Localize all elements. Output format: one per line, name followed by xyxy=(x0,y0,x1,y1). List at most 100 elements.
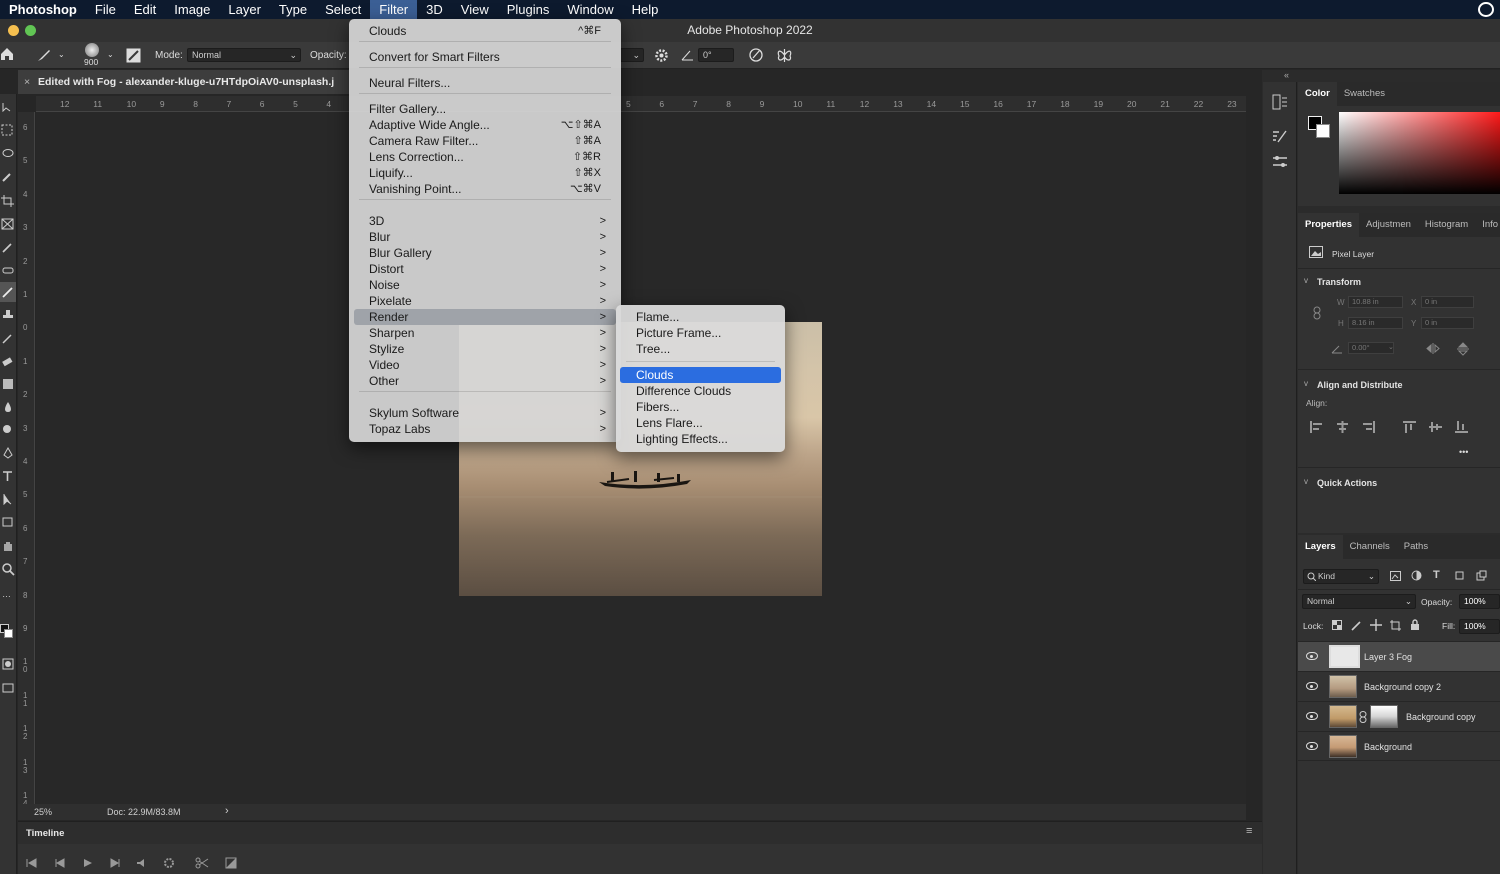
align-horizontal-centers-icon[interactable] xyxy=(1336,421,1349,433)
blend-mode-select[interactable]: Normal ⌄ xyxy=(1302,594,1416,609)
tab-swatches[interactable]: Swatches xyxy=(1337,82,1392,106)
align-bottom-edges-icon[interactable] xyxy=(1455,421,1468,433)
layer-row-layer-3-fog[interactable]: Layer 3 Fog xyxy=(1298,641,1500,671)
layer-row-background-copy[interactable]: Background copy xyxy=(1298,701,1500,731)
menu-type[interactable]: Type xyxy=(270,0,316,19)
filter-menu-item-pixelate[interactable]: Pixelate > xyxy=(369,293,606,309)
eraser-tool-icon[interactable] xyxy=(1,355,15,367)
split-scissors-icon[interactable] xyxy=(195,857,209,869)
filter-menu-item-skylum-software[interactable]: Skylum Software > xyxy=(369,405,606,421)
timeline-menu-icon[interactable]: ≡ xyxy=(1246,825,1252,837)
lasso-tool-icon[interactable] xyxy=(1,148,15,160)
brush-tool-icon[interactable] xyxy=(36,47,52,63)
crop-tool-icon[interactable] xyxy=(1,195,15,207)
flip-vertical-icon[interactable] xyxy=(1457,342,1469,356)
background-color-chip[interactable] xyxy=(1316,124,1330,138)
menu-app-photoshop[interactable]: Photoshop xyxy=(0,0,86,19)
render-submenu-item-picture-frame[interactable]: Picture Frame... xyxy=(636,325,779,341)
lock-transparent-pixels-icon[interactable] xyxy=(1332,620,1342,630)
align-top-edges-icon[interactable] xyxy=(1403,421,1416,433)
zoom-level[interactable]: 25% xyxy=(34,807,52,817)
play-icon[interactable] xyxy=(82,858,93,868)
filter-menu-item-adaptive-wide-angle[interactable]: Adaptive Wide Angle... ⌥⇧⌘A xyxy=(369,117,601,133)
brush-dropdown-chevron-icon[interactable]: ⌄ xyxy=(58,50,65,59)
link-dimensions-icon[interactable] xyxy=(1312,306,1322,320)
menu-file[interactable]: File xyxy=(86,0,125,19)
filter-menu-item-liquify[interactable]: Liquify... ⇧⌘X xyxy=(369,165,601,181)
tab-paths[interactable]: Paths xyxy=(1397,535,1435,559)
render-submenu-item-tree[interactable]: Tree... xyxy=(636,341,779,357)
filter-menu-item-noise[interactable]: Noise > xyxy=(369,277,606,293)
settings-gear-icon[interactable] xyxy=(654,48,669,63)
menu-3d[interactable]: 3D xyxy=(417,0,452,19)
width-field[interactable]: 10.88 in xyxy=(1348,296,1403,308)
menu-help[interactable]: Help xyxy=(623,0,668,19)
filter-menu-item-clouds[interactable]: Clouds ^⌘F xyxy=(369,23,601,39)
menu-edit[interactable]: Edit xyxy=(125,0,165,19)
tab-adjustments[interactable]: Adjustmen xyxy=(1359,213,1418,237)
type-tool-icon[interactable] xyxy=(1,470,15,482)
document-tab[interactable]: × Edited with Fog - alexander-kluge-u7HT… xyxy=(18,70,350,94)
flip-horizontal-icon[interactable] xyxy=(1426,343,1440,354)
collapse-dock-icon[interactable]: « xyxy=(1284,70,1289,80)
tab-histogram[interactable]: Histogram xyxy=(1418,213,1475,237)
move-tool-icon[interactable] xyxy=(1,102,15,112)
menu-filter[interactable]: Filter xyxy=(370,0,418,19)
tab-properties[interactable]: Properties xyxy=(1298,213,1359,237)
render-submenu-item-flame[interactable]: Flame... xyxy=(636,309,779,325)
filter-adjustment-icon[interactable] xyxy=(1411,570,1422,581)
visibility-eye-icon[interactable] xyxy=(1306,712,1318,720)
filter-smart-object-icon[interactable] xyxy=(1476,570,1487,581)
blur-tool-icon[interactable] xyxy=(1,401,15,413)
filter-menu-item-lens-correction[interactable]: Lens Correction... ⇧⌘R xyxy=(369,149,601,165)
filter-menu-item-filter-gallery[interactable]: Filter Gallery... xyxy=(369,101,601,117)
menu-view[interactable]: View xyxy=(452,0,498,19)
filter-menu-item-camera-raw-filter[interactable]: Camera Raw Filter... ⇧⌘A xyxy=(369,133,601,149)
angle-chevron-icon[interactable]: ⌄ xyxy=(1388,343,1394,351)
shape-tool-icon[interactable] xyxy=(1,516,15,528)
menu-layer[interactable]: Layer xyxy=(219,0,270,19)
home-icon[interactable] xyxy=(0,47,14,61)
angle-input[interactable]: 0° xyxy=(698,48,734,62)
filter-menu-item-distort[interactable]: Distort > xyxy=(369,261,606,277)
visibility-eye-icon[interactable] xyxy=(1306,682,1318,690)
gradient-tool-icon[interactable] xyxy=(1,378,15,390)
first-frame-icon[interactable] xyxy=(26,858,37,868)
menu-plugins[interactable]: Plugins xyxy=(498,0,559,19)
quick-mask-icon[interactable] xyxy=(1,658,15,670)
filter-menu-item-sharpen[interactable]: Sharpen > xyxy=(369,325,606,341)
dodge-tool-icon[interactable] xyxy=(1,424,15,436)
visibility-eye-icon[interactable] xyxy=(1306,652,1318,660)
background-color-swatch[interactable] xyxy=(4,629,13,638)
adjust-panel-icon[interactable] xyxy=(1272,154,1288,170)
menu-image[interactable]: Image xyxy=(165,0,219,19)
frame-tool-icon[interactable] xyxy=(1,218,15,230)
healing-tool-icon[interactable] xyxy=(1,264,15,276)
hand-tool-icon[interactable] xyxy=(1,539,15,553)
render-submenu-item-lighting-effects[interactable]: Lighting Effects... xyxy=(636,431,779,447)
brush-tool-active[interactable] xyxy=(0,282,16,302)
stamp-tool-icon[interactable] xyxy=(1,309,15,321)
tab-layers[interactable]: Layers xyxy=(1298,535,1343,559)
filter-menu-item-neural-filters[interactable]: Neural Filters... xyxy=(369,75,601,91)
align-vertical-centers-icon[interactable] xyxy=(1429,421,1442,433)
filter-menu-item-blur-gallery[interactable]: Blur Gallery > xyxy=(369,245,606,261)
history-panel-icon[interactable] xyxy=(1272,94,1288,110)
align-right-edges-icon[interactable] xyxy=(1362,421,1375,433)
filter-menu-item-3d[interactable]: 3D > xyxy=(369,213,606,229)
next-frame-icon[interactable] xyxy=(110,858,121,868)
lock-image-pixels-icon[interactable] xyxy=(1351,620,1362,631)
render-submenu-item-lens-flare[interactable]: Lens Flare... xyxy=(636,415,779,431)
render-submenu-item-fibers[interactable]: Fibers... xyxy=(636,399,779,415)
align-chevron-icon[interactable]: v xyxy=(1304,379,1308,388)
layer-row-background-copy-2[interactable]: Background copy 2 xyxy=(1298,671,1500,701)
previous-frame-icon[interactable] xyxy=(54,858,65,868)
layer-fill-field[interactable]: 100% xyxy=(1459,619,1500,634)
status-menu-arrow-icon[interactable]: › xyxy=(225,805,229,817)
brush-settings-panel-icon[interactable] xyxy=(1272,128,1288,144)
render-submenu-item-clouds[interactable]: Clouds xyxy=(620,367,781,383)
filter-menu-item-topaz-labs[interactable]: Topaz Labs > xyxy=(369,421,606,437)
render-submenu-item-difference-clouds[interactable]: Difference Clouds xyxy=(636,383,779,399)
filter-menu-item-vanishing-point[interactable]: Vanishing Point... ⌥⌘V xyxy=(369,181,601,197)
minimize-dot-icon[interactable] xyxy=(8,25,19,36)
